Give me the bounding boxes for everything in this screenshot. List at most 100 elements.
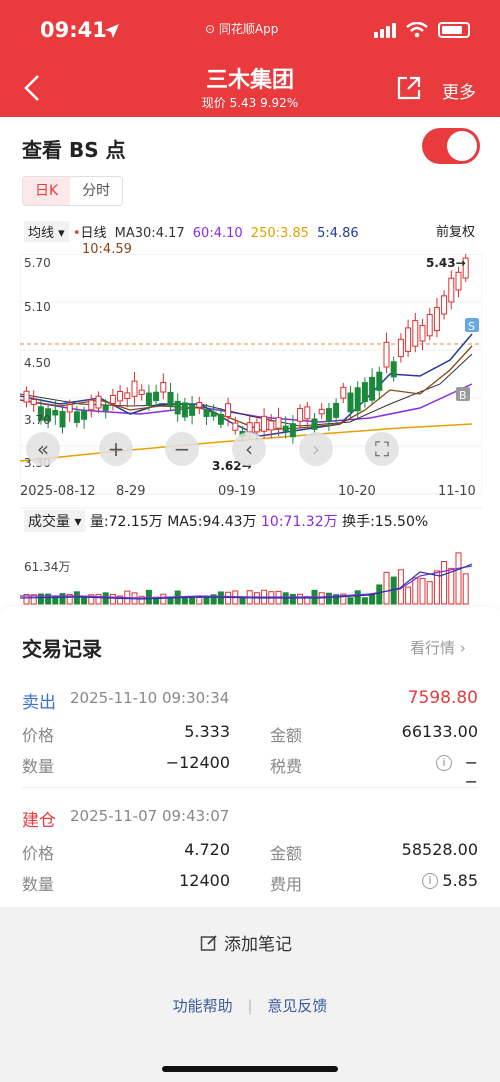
candle [311,418,318,430]
qty-label: 数量 [22,875,55,894]
candle [124,392,131,399]
price-label: 4.50 [24,356,51,370]
candle [66,404,73,413]
amount-value: 66133.00 [401,722,478,741]
volume-bar [225,591,232,605]
volume-bar [441,561,448,605]
volume-bar [181,596,188,605]
date-label: 10-20 [338,484,376,499]
info-icon[interactable]: i [422,873,438,889]
price-value: 4.720 [184,840,230,859]
volume-bar [405,586,412,605]
volume-bar [426,581,433,605]
candle [59,410,66,428]
ma30-value: MA30:4.17 [114,226,185,241]
ma5-value: 5:4.86 [317,226,359,241]
scroll-left-button[interactable]: ‹ [232,432,266,466]
view-bs-label: 查看 BS 点 [22,138,126,162]
candle [217,414,224,425]
chart-svg: S B [20,254,482,605]
scroll-left-fast-button[interactable]: « [26,432,60,466]
fee-value: 5.85 [442,871,478,890]
candle [73,411,80,423]
qty-value: 12400 [179,871,230,890]
candle [455,271,462,291]
date-label: 2025-08-12 [20,484,96,499]
stock-price-subtitle: 现价 5.43 9.92% [201,96,299,110]
candle [167,391,174,407]
trade-profit: 7598.80 [407,688,478,708]
volume-bar [59,593,66,605]
scroll-right-button[interactable]: › [299,432,333,466]
zoom-in-button[interactable]: + [99,432,133,466]
candle [433,307,440,332]
more-button[interactable]: 更多 [442,78,476,103]
bs-toggle[interactable] [422,128,480,164]
tab-intraday[interactable]: 分时 [70,177,122,205]
wifi-icon [406,22,428,38]
candle [354,387,361,412]
candle [117,391,124,402]
volume-bar [325,592,332,605]
price-label: 5.10 [24,300,51,314]
amount-label: 金额 [270,844,303,863]
status-time: 09:41 [40,18,107,42]
feedback-link[interactable]: 意见反馈 [267,997,327,1015]
candle [203,409,210,417]
ma60-value: 60:4.10 [192,226,243,241]
volume-bar [203,596,210,605]
candle [81,410,88,420]
volume-bar [462,573,469,605]
volume-bar [455,552,462,605]
home-indicator [162,1066,338,1072]
candle [304,406,311,420]
date-label: 09-19 [218,484,256,499]
adjust-label[interactable]: 前复权 [436,221,475,240]
candle [232,422,239,431]
price-label-high: 5.70 [24,256,51,270]
candle [225,403,232,418]
location-arrow-icon [105,24,119,38]
candle [297,408,304,422]
zoom-out-button[interactable]: − [165,432,199,466]
candle [246,422,253,433]
candle [181,402,188,418]
trade-type-sell: 卖出 [22,693,56,713]
candle [289,423,296,438]
kline-chart[interactable]: 均线 ▾ •日线 MA30:4.17 60:4.10 250:3.85 5:4.… [20,216,482,606]
add-note-button[interactable]: 添加笔记 [200,930,292,955]
volume-bar [448,567,455,605]
price-label: 价格 [22,844,55,863]
view-market-link[interactable]: 看行情 › [410,637,466,658]
fee-label: 税费 [270,757,303,776]
volume-bar [354,590,361,605]
volume-selector[interactable]: 成交量 ▾ [24,510,86,532]
volume-bar [160,593,167,605]
candle [347,392,354,413]
info-icon[interactable]: i [436,755,452,771]
amount-label: 金额 [270,726,303,745]
price-value: 5.333 [184,722,230,741]
candle [23,390,30,403]
candle [325,408,332,422]
status-icons [374,22,470,38]
help-link[interactable]: 功能帮助 [173,997,233,1015]
candle [153,391,160,402]
volume-bar [109,593,116,605]
candle [88,399,95,411]
qty-value: −12400 [165,753,230,772]
fullscreen-button[interactable]: ⛶ [365,432,399,466]
candle [275,417,282,429]
volume-bar [289,593,296,605]
ma-selector[interactable]: 均线 ▾ [24,221,69,242]
candle [109,395,116,404]
candle [52,409,59,416]
share-icon[interactable] [396,75,422,101]
tab-daily-k[interactable]: 日K [23,177,71,205]
signal-icon [374,22,396,38]
svg-text:B: B [459,389,467,402]
high-price-marker: 5.43→ [426,256,466,270]
candle [405,327,412,352]
price-label: 价格 [22,726,55,745]
ma-legend: 均线 ▾ •日线 MA30:4.17 60:4.10 250:3.85 5:4.… [24,221,444,257]
